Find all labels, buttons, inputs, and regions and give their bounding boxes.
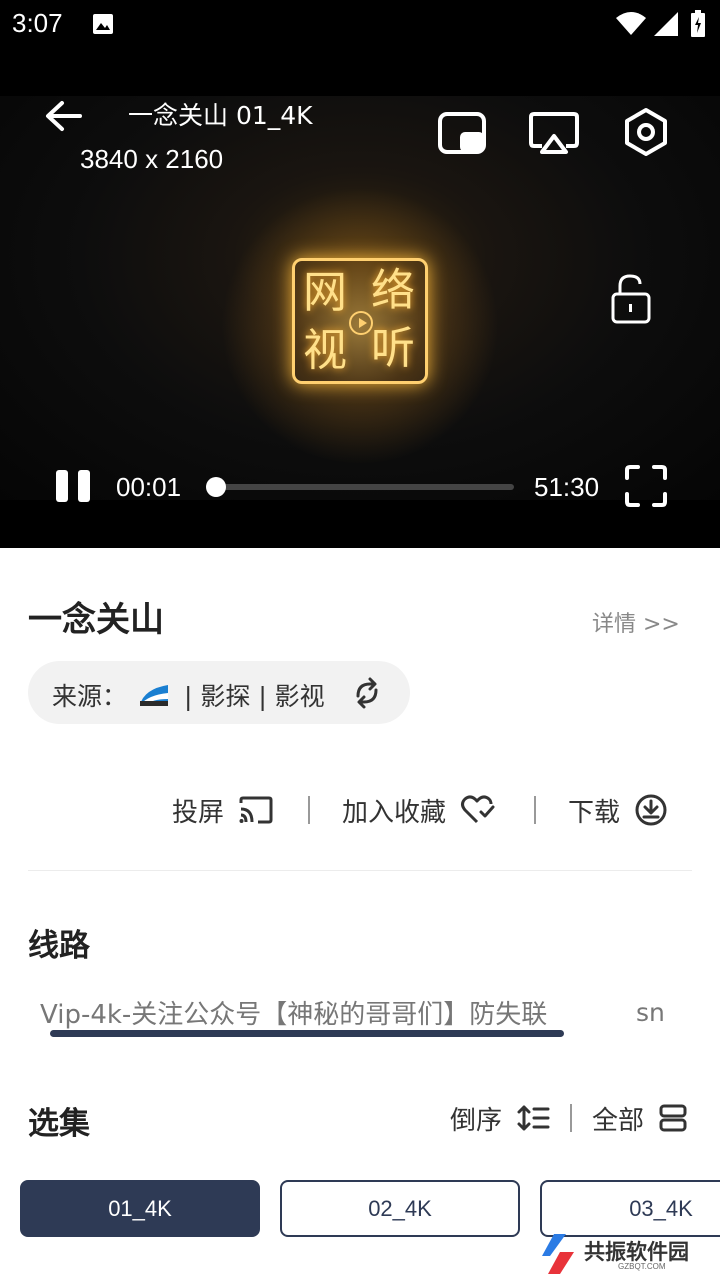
status-bar: 3:07 (0, 0, 720, 48)
episode-label: 02_4K (368, 1195, 432, 1221)
video-player[interactable]: 网 络 视 听 一念关山 01_4K 3840 x 2160 00:01 51:… (0, 48, 720, 548)
download-icon (635, 794, 667, 826)
logo-glyph: 络 (371, 265, 415, 316)
video-logo: 网 络 视 听 (292, 258, 428, 384)
source-label: 来源： (52, 682, 128, 711)
cast-label: 投屏 (172, 797, 225, 828)
line-tab[interactable]: Vip-4k-关注公众号【神秘的哥哥们】防失联 (40, 994, 547, 1031)
watermark-logo-icon (542, 1234, 574, 1274)
picture-in-picture-icon[interactable] (436, 110, 488, 156)
current-time: 00:01 (116, 472, 182, 502)
settings-hexagon-icon[interactable] (620, 106, 672, 158)
line-tab[interactable]: sn (636, 998, 665, 1027)
source-selector[interactable]: 来源： | 影探 | 影视 (28, 661, 410, 724)
all-label: 全部 (592, 1105, 645, 1136)
episode-label: 01_4K (108, 1195, 172, 1221)
signal-icon (654, 12, 678, 36)
episode-button[interactable]: 02_4K (280, 1180, 520, 1237)
separator (570, 1104, 572, 1132)
reverse-order-button[interactable]: 倒序 (450, 1098, 550, 1138)
seek-bar[interactable] (206, 477, 514, 497)
logo-glyph: 听 (371, 323, 415, 374)
status-time: 3:07 (12, 8, 63, 38)
wifi-icon (616, 12, 646, 35)
logo-glyph: 网 (303, 267, 347, 318)
show-title: 一念关山 (28, 600, 164, 640)
all-episodes-button[interactable]: 全部 (592, 1098, 688, 1138)
favorite-label: 加入收藏 (342, 797, 447, 828)
unlock-icon[interactable] (608, 272, 654, 326)
logo-play-icon (349, 311, 373, 335)
favorite-button[interactable]: 加入收藏 (342, 788, 496, 832)
cast-icon (239, 796, 273, 824)
battery-icon (691, 10, 705, 37)
action-bar: 投屏 加入收藏 下载 (0, 788, 720, 832)
episode-button[interactable]: 03_4K (540, 1180, 720, 1237)
pause-icon[interactable] (54, 468, 94, 504)
airplay-icon[interactable] (528, 110, 580, 156)
download-button[interactable]: 下载 (568, 788, 668, 832)
watermark: 共振软件园 GZBQT.COM (540, 1232, 710, 1276)
episodes-title: 选集 (28, 1106, 90, 1142)
source-logo-icon (140, 685, 168, 706)
fullscreen-icon[interactable] (624, 464, 668, 508)
separator (308, 796, 310, 824)
sort-icon (517, 1105, 550, 1131)
image-notification-icon (93, 14, 113, 34)
lines-title: 线路 (28, 928, 90, 964)
cast-button[interactable]: 投屏 (172, 788, 274, 832)
details-link[interactable]: 详情 >> (592, 606, 680, 638)
player-title: 一念关山 01_4K (128, 101, 313, 130)
heart-check-icon (461, 795, 495, 824)
sort-label: 倒序 (450, 1105, 503, 1136)
episode-label: 03_4K (629, 1195, 693, 1221)
source-name: | 影探 | 影视 (184, 682, 325, 711)
download-label: 下载 (568, 797, 621, 828)
watermark-subtext: GZBQT.COM (618, 1262, 666, 1271)
divider (28, 870, 692, 871)
seek-bar-handle[interactable] (206, 477, 227, 497)
line-tab-indicator (50, 1030, 564, 1037)
logo-glyph: 视 (303, 325, 347, 376)
separator (534, 796, 536, 824)
episode-button[interactable]: 01_4K (20, 1180, 260, 1237)
grid-list-icon (659, 1104, 687, 1132)
player-resolution: 3840 x 2160 (80, 144, 224, 174)
refresh-icon[interactable] (350, 676, 384, 710)
back-arrow-icon[interactable] (40, 96, 90, 136)
total-time: 51:30 (534, 472, 600, 502)
